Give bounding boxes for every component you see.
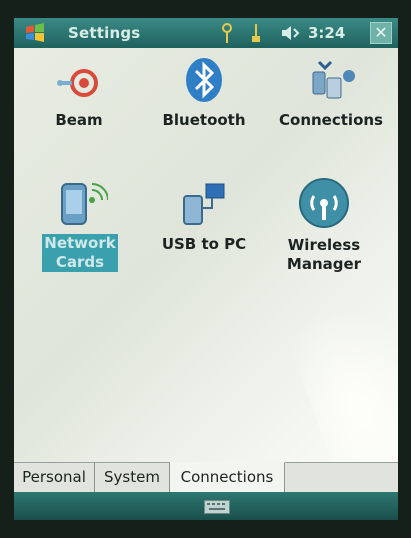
- app-title: Settings: [68, 24, 141, 42]
- usb-to-pc-item[interactable]: USB to PC: [154, 178, 254, 254]
- bluetooth-item[interactable]: Bluetooth: [154, 56, 254, 130]
- volume-icon[interactable]: [280, 24, 302, 42]
- beam-icon: [57, 69, 98, 97]
- beam-item[interactable]: Beam: [34, 62, 124, 130]
- tab-bar: Personal System Connections: [14, 462, 398, 493]
- connections-icon: [312, 60, 355, 99]
- settings-content: Beam Bluetooth Connections Network Cards…: [14, 48, 398, 520]
- network-cards-item[interactable]: Network Cards: [34, 176, 126, 272]
- usb-to-pc-icon: [183, 183, 225, 225]
- network-cards-label-line1: Network: [44, 234, 116, 252]
- wireless-manager-label: Wireless Manager: [285, 236, 363, 274]
- wireless-manager-label-line1: Wireless: [287, 236, 361, 254]
- tab-connections[interactable]: Connections: [170, 462, 285, 493]
- wireless-manager-item[interactable]: Wireless Manager: [278, 176, 370, 274]
- title-bar: Settings 3:24 ✕: [14, 18, 398, 48]
- network-cards-label-line2: Cards: [55, 253, 105, 271]
- beam-label: Beam: [55, 111, 103, 129]
- wireless-manager-label-line2: Manager: [286, 255, 362, 273]
- connections-label: Connections: [279, 111, 383, 129]
- connections-item[interactable]: Connections: [268, 58, 394, 130]
- keyboard-icon[interactable]: [204, 500, 230, 514]
- network-cards-label: Network Cards: [42, 234, 118, 272]
- network-cards-icon: [61, 183, 108, 225]
- tab-system[interactable]: System: [95, 463, 170, 492]
- connectivity-icon[interactable]: [250, 22, 262, 44]
- windows-start-icon[interactable]: [24, 23, 46, 43]
- bluetooth-icon: [186, 58, 222, 102]
- wireless-manager-icon: [299, 178, 349, 228]
- bluetooth-label: Bluetooth: [162, 111, 246, 129]
- soft-key-bar: [14, 492, 398, 520]
- close-icon[interactable]: ✕: [370, 22, 392, 44]
- signal-icon[interactable]: [220, 22, 234, 44]
- usb-to-pc-label: USB to PC: [161, 235, 247, 253]
- device-screen: Settings 3:24 ✕ Beam Bluetooth Connectio…: [14, 18, 398, 520]
- clock: 3:24: [308, 24, 346, 42]
- tab-personal[interactable]: Personal: [14, 463, 95, 492]
